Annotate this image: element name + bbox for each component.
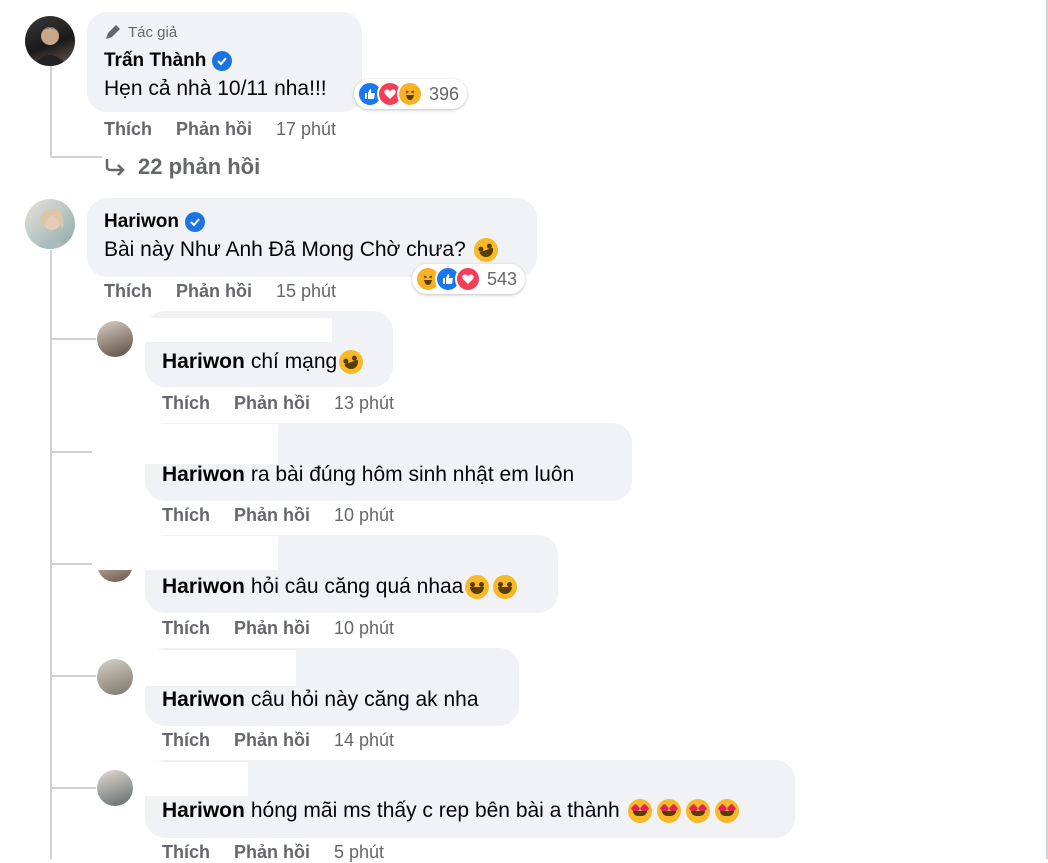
- reply-button[interactable]: Phản hồi: [234, 618, 310, 639]
- reply-actions: Thích Phản hồi 5 phút: [162, 842, 384, 863]
- reaction-count: 396: [429, 83, 460, 104]
- reply-actions: Thích Phản hồi 13 phút: [162, 393, 394, 414]
- comment-text: Bài này Như Anh Đã Mong Chờ chưa?: [104, 234, 502, 266]
- pen-icon: [106, 25, 120, 39]
- heart-eyes-emoji-icon: [656, 799, 681, 823]
- reply-text-body: hỏi câu căng quá nhaa: [250, 575, 464, 598]
- reply-text: Hariwon hóng mãi ms thấy c rep bên bài a…: [162, 799, 739, 823]
- haha-icon: [397, 81, 423, 107]
- thread-line: [50, 250, 52, 859]
- like-button[interactable]: Thích: [104, 281, 152, 302]
- mention[interactable]: Hariwon: [162, 688, 245, 712]
- thread-branch: [50, 787, 96, 789]
- redacted-name: [140, 650, 296, 686]
- comment-section: Tác giả Trấn Thành Hẹn cả nhà 10/11 nha!…: [0, 0, 1048, 862]
- view-replies-label[interactable]: 22 phản hồi: [138, 154, 260, 180]
- author-name[interactable]: Trấn Thành: [104, 50, 206, 72]
- avatar-person-icon: [35, 208, 69, 249]
- like-button[interactable]: Thích: [162, 393, 210, 414]
- like-button[interactable]: Thích: [162, 618, 210, 639]
- like-button[interactable]: Thích: [162, 505, 210, 526]
- avatar[interactable]: [25, 16, 75, 66]
- comment-text-body: Bài này Như Anh Đã Mong Chờ chưa?: [104, 238, 466, 261]
- verified-badge-icon: [184, 212, 205, 232]
- redacted-name: [92, 424, 278, 464]
- thread-line: [50, 66, 52, 156]
- reply-text-body: ra bài đúng hôm sinh nhật em luôn: [250, 463, 575, 486]
- reply-text-body: chí mạng: [250, 350, 338, 373]
- reply-time[interactable]: 13 phút: [334, 393, 394, 414]
- thread-branch: [50, 675, 96, 677]
- reply-button[interactable]: Phản hồi: [234, 393, 310, 414]
- like-button[interactable]: Thích: [104, 119, 152, 140]
- redacted-name: [92, 536, 278, 570]
- reply-text: Hariwon câu hỏi này căng ak nha: [162, 688, 479, 712]
- author-badge: Tác giả: [104, 23, 177, 41]
- comment-actions: Thích Phản hồi 17 phút: [104, 119, 336, 140]
- reply-avatar[interactable]: [97, 770, 133, 806]
- comment-time[interactable]: 15 phút: [276, 281, 336, 302]
- heart-eyes-emoji-icon: [685, 799, 710, 823]
- thread-branch: [50, 338, 96, 340]
- reply-text-body: câu hỏi này căng ak nha: [250, 688, 479, 711]
- heart-eyes-emoji-icon: [714, 799, 739, 823]
- reply-button[interactable]: Phản hồi: [234, 505, 310, 526]
- reply-actions: Thích Phản hồi 10 phút: [162, 618, 394, 639]
- reply-text-body: hóng mãi ms thấy c rep bên bài a thành: [250, 799, 620, 822]
- heart-eyes-emoji-icon: [627, 799, 652, 823]
- reply-button[interactable]: Phản hồi: [176, 119, 252, 140]
- thread-branch: [50, 563, 96, 565]
- author-name[interactable]: Hariwon: [104, 211, 179, 233]
- reply-button[interactable]: Phản hồi: [234, 842, 310, 863]
- reply-actions: Thích Phản hồi 14 phút: [162, 730, 394, 751]
- avatar[interactable]: [25, 199, 75, 249]
- mention[interactable]: Hariwon: [162, 463, 245, 487]
- reaction-summary[interactable]: 396: [354, 79, 468, 109]
- redacted-name: [140, 318, 332, 342]
- comment-text-body: Hẹn cả nhà 10/11 nha!!!: [104, 77, 327, 100]
- reply-text: Hariwon hỏi câu căng quá nhaa: [162, 575, 518, 599]
- reply-time[interactable]: 10 phút: [334, 618, 394, 639]
- reply-time[interactable]: 5 phút: [334, 842, 384, 863]
- reply-actions: Thích Phản hồi 10 phút: [162, 505, 394, 526]
- thread-branch: [50, 451, 96, 453]
- reply-text: Hariwon ra bài đúng hôm sinh nhật em luô…: [162, 463, 574, 487]
- love-icon: [455, 266, 481, 292]
- tears-of-joy-emoji-icon: [493, 575, 518, 599]
- tears-of-joy-emoji-icon: [465, 575, 490, 599]
- redacted-name: [140, 762, 248, 796]
- reply-button[interactable]: Phản hồi: [234, 730, 310, 751]
- mention[interactable]: Hariwon: [162, 799, 245, 823]
- like-button[interactable]: Thích: [162, 730, 210, 751]
- reply-time[interactable]: 10 phút: [334, 505, 394, 526]
- reply-avatar[interactable]: [97, 321, 133, 357]
- verified-badge-icon: [212, 51, 233, 71]
- like-button[interactable]: Thích: [162, 842, 210, 863]
- view-replies-link[interactable]: 22 phản hồi: [104, 154, 260, 180]
- avatar-person-icon: [33, 27, 67, 66]
- mention[interactable]: Hariwon: [162, 350, 245, 374]
- comment-actions: Thích Phản hồi 15 phút: [104, 281, 336, 302]
- comment-author[interactable]: Hariwon: [104, 211, 205, 233]
- reply-time[interactable]: 14 phút: [334, 730, 394, 751]
- reply-arrow-icon: [105, 159, 125, 176]
- comment-time[interactable]: 17 phút: [276, 119, 336, 140]
- comment-text: Hẹn cả nhà 10/11 nha!!!: [104, 77, 327, 101]
- mention[interactable]: Hariwon: [162, 575, 245, 599]
- comment-author[interactable]: Trấn Thành: [104, 50, 233, 72]
- reaction-summary[interactable]: 543: [412, 264, 526, 294]
- thread-line: [50, 156, 102, 158]
- reply-button[interactable]: Phản hồi: [176, 281, 252, 302]
- reply-avatar[interactable]: [97, 659, 133, 695]
- rofl-emoji-icon: [335, 346, 367, 378]
- reaction-count: 543: [487, 268, 518, 289]
- reply-text: Hariwon chí mạng: [162, 346, 367, 378]
- rofl-emoji-icon: [470, 234, 502, 266]
- author-badge-label: Tác giả: [128, 23, 178, 41]
